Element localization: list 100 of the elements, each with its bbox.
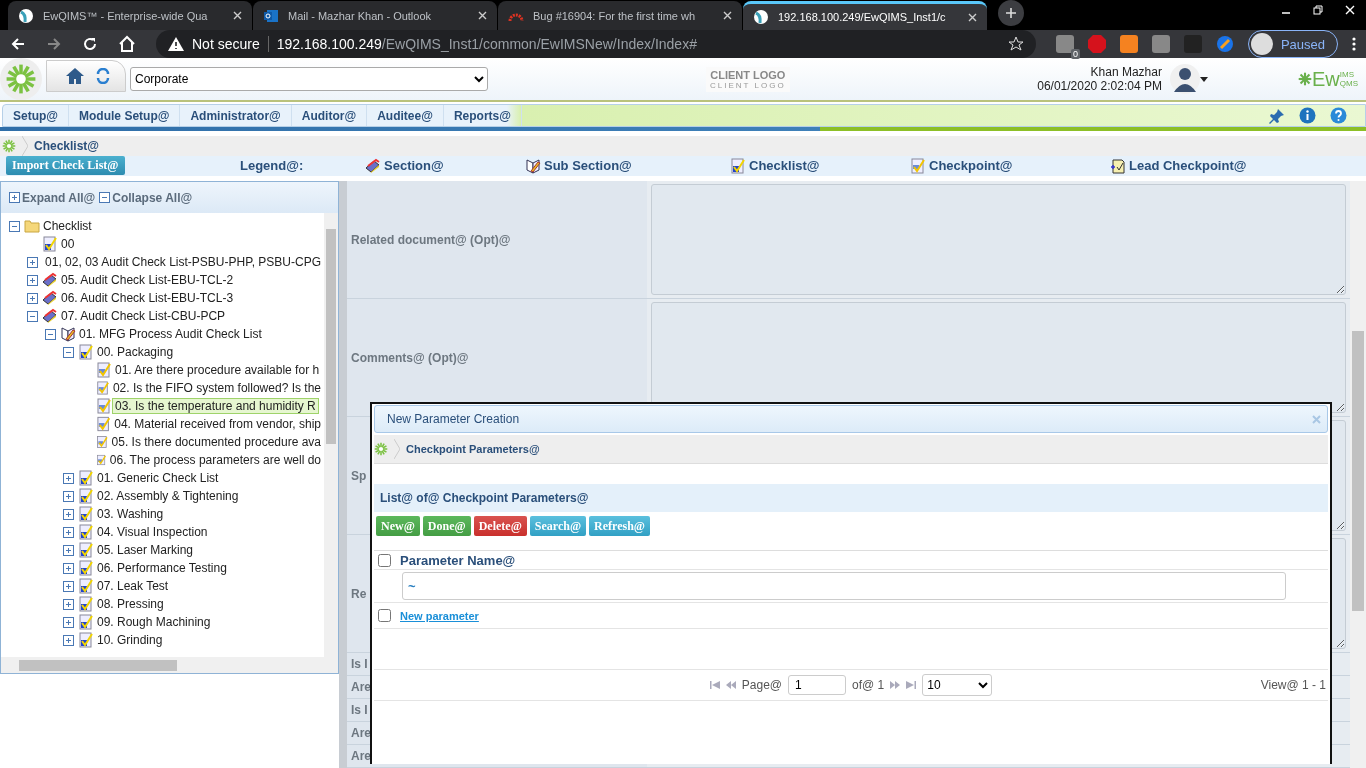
expand-icon[interactable]	[63, 490, 74, 502]
scrollbar[interactable]	[324, 213, 338, 657]
scrollbar[interactable]	[1350, 181, 1366, 768]
info-icon[interactable]	[1299, 107, 1316, 125]
forward-icon[interactable]	[46, 36, 62, 52]
action-button[interactable]: Delete@	[473, 516, 527, 536]
brush-extension-icon[interactable]	[1215, 35, 1234, 53]
menu-item[interactable]: Setup@	[3, 105, 70, 127]
tree-item[interactable]: Checklist	[40, 218, 95, 234]
stop-sign-extension-icon[interactable]	[1087, 35, 1106, 53]
expand-icon[interactable]	[63, 508, 74, 520]
expand-icon[interactable]	[63, 634, 74, 646]
menu-icon[interactable]	[1352, 36, 1356, 52]
tree-item[interactable]: 05. Is there documented procedure ava	[108, 434, 324, 450]
url-text: 192.168.100.249/EwQIMS_Inst1/common/EwIMSNew/Index/Index#	[276, 36, 697, 52]
menu-item[interactable]: Administrator@	[180, 105, 292, 127]
select-all-checkbox[interactable]	[378, 553, 391, 567]
expand-icon[interactable]	[63, 562, 74, 574]
expand-icon[interactable]	[27, 292, 38, 304]
next-page-icon[interactable]	[890, 681, 901, 689]
previous-page-icon[interactable]	[725, 681, 736, 689]
tree-item[interactable]: 05. Audit Check List-EBU-TCL-2	[58, 272, 237, 288]
tree-item[interactable]: 05. Laser Marking	[94, 542, 197, 558]
tree-item[interactable]: 01. Generic Check List	[94, 470, 222, 486]
home-icon[interactable]	[65, 66, 85, 86]
page-size-select[interactable]: 10	[922, 674, 993, 696]
menu-item[interactable]: Reports@	[443, 105, 522, 127]
tree-item[interactable]: 03. Washing	[94, 506, 167, 522]
scrollbar[interactable]	[1, 657, 338, 673]
tree-item[interactable]: 04. Material received from vendor, ship	[111, 416, 324, 432]
home-icon[interactable]	[118, 35, 136, 53]
star-icon[interactable]	[1007, 36, 1024, 52]
close-icon[interactable]	[233, 11, 242, 20]
expand-icon[interactable]	[63, 544, 74, 556]
tree-item[interactable]: 08. Pressing	[94, 596, 167, 612]
tree-item[interactable]: 02. Assembly & Tightening	[94, 488, 242, 504]
collapse-icon[interactable]	[45, 328, 56, 340]
collapse-all-link[interactable]: Collapse All@	[99, 190, 193, 205]
checkpoint-icon	[96, 380, 110, 396]
reload-icon[interactable]	[82, 36, 98, 52]
collapse-icon[interactable]	[63, 346, 74, 358]
browser-tab[interactable]: Bug #16904: For the first time wh	[498, 1, 742, 30]
page-field[interactable]: 1	[788, 675, 846, 695]
tree-item[interactable]: 00. Packaging	[94, 344, 177, 360]
tree-item[interactable]: 00	[58, 236, 78, 252]
close-icon[interactable]	[968, 12, 977, 22]
user-avatar-icon[interactable]	[1169, 64, 1200, 94]
parameter-link[interactable]: New parameter	[400, 609, 479, 622]
tree-item[interactable]: 03. Is the temperature and humidity R	[112, 398, 319, 414]
tree-item[interactable]: 06. The process parameters are well do	[106, 452, 324, 468]
tree-item[interactable]: 06. Performance Testing	[94, 560, 230, 576]
row-checkbox[interactable]	[378, 609, 391, 622]
address-bar[interactable]: Not secure 192.168.100.249/EwQIMS_Inst1/common/EwIMSNew/Index/Index#	[156, 30, 1036, 58]
first-page-icon[interactable]	[709, 681, 720, 689]
site-select[interactable]: Corporate	[130, 67, 488, 91]
browser-tab[interactable]: EwQIMS™ - Enterprise-wide Qua	[8, 1, 252, 30]
close-icon[interactable]	[723, 11, 732, 20]
starburst-logo-icon	[2, 138, 16, 153]
checklist-icon	[78, 344, 94, 360]
refresh-icon[interactable]	[95, 68, 111, 84]
caret-icon[interactable]	[1199, 76, 1208, 82]
filter-field[interactable]: ~	[402, 572, 1286, 600]
checkpoint-icon	[96, 362, 112, 378]
collapse-icon[interactable]	[27, 310, 38, 322]
tree-item[interactable]: 10. Grinding	[94, 632, 166, 648]
menu-item[interactable]: Auditor@	[291, 105, 368, 127]
restore-icon[interactable]	[1313, 5, 1323, 15]
tree-item[interactable]: 09. Rough Machining	[94, 614, 214, 630]
expand-icon[interactable]	[63, 526, 74, 538]
pin-icon[interactable]	[1269, 107, 1285, 124]
list-title: List@ of@ Checkpoint Parameters@	[380, 491, 589, 505]
new-tab-button[interactable]	[998, 0, 1024, 26]
tree-item[interactable]: 04. Visual Inspection	[94, 524, 211, 540]
expand-icon[interactable]	[63, 580, 74, 592]
bag-extension-icon[interactable]	[1119, 35, 1138, 53]
last-page-icon[interactable]	[906, 681, 917, 689]
expand-icon[interactable]	[27, 274, 38, 286]
tree-item[interactable]: 07. Leak Test	[94, 578, 172, 594]
help-icon[interactable]	[1330, 107, 1347, 125]
tree-item[interactable]: 07. Audit Check List-CBU-PCP	[58, 308, 229, 324]
expand-all-link[interactable]: Expand All@	[9, 190, 96, 205]
menu-item[interactable]: Auditee@	[367, 105, 444, 127]
expand-icon[interactable]	[63, 616, 74, 628]
collapse-icon[interactable]	[9, 220, 20, 232]
checkpoint-icon	[96, 434, 109, 450]
expand-icon[interactable]	[63, 598, 74, 610]
browser-tab[interactable]: 192.168.100.249/EwQIMS_Inst1/c	[743, 1, 987, 30]
tree-item[interactable]: 01. MFG Process Audit Check List	[76, 326, 265, 342]
shield-extension-icon[interactable]	[1055, 35, 1074, 53]
back-icon[interactable]	[10, 36, 26, 52]
menu-item[interactable]: Module Setup@	[69, 105, 181, 127]
tree-item[interactable]: 01, 02, 03 Audit Check List-PSBU-PHP, PSBU-CPG	[42, 254, 324, 270]
tree-item[interactable]: 02. Is the FIFO system followed? Is the	[109, 380, 324, 396]
close-icon[interactable]	[478, 11, 487, 20]
expand-icon[interactable]	[63, 472, 74, 484]
tile-extension-icon[interactable]	[1151, 35, 1170, 53]
expand-icon[interactable]	[27, 256, 38, 268]
tree-item[interactable]: 01. Are there procedure available for h	[112, 362, 323, 378]
browser-tab[interactable]: Mail - Mazhar Khan - Outlook	[253, 1, 497, 30]
tree-item[interactable]: 06. Audit Check List-EBU-TCL-3	[58, 290, 237, 306]
